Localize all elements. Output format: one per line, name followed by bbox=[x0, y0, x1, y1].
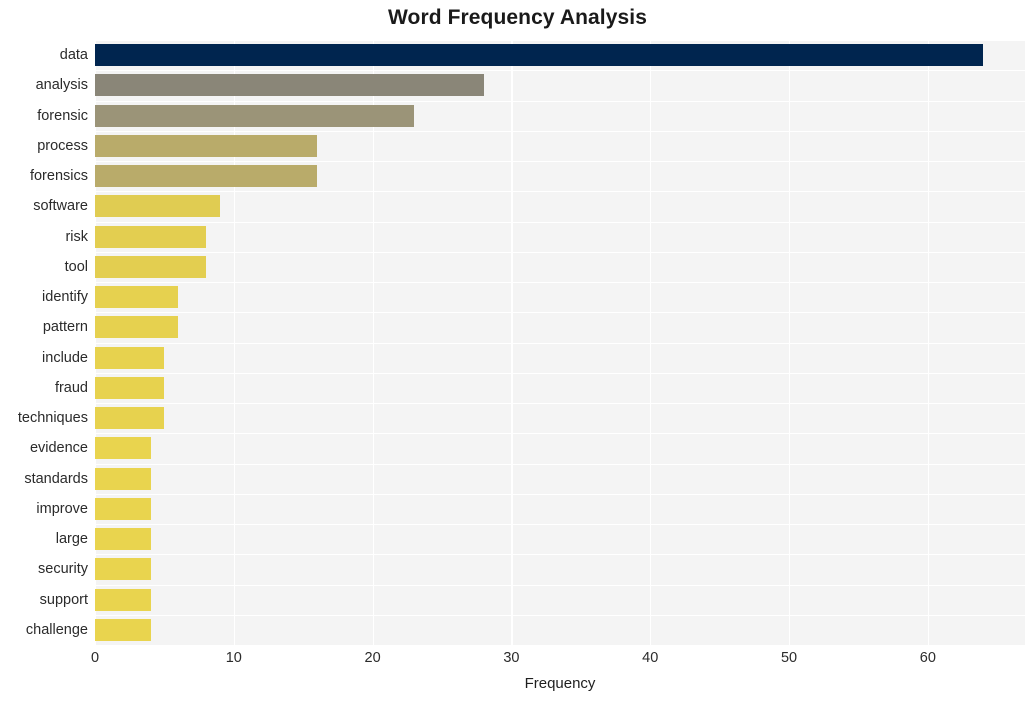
x-tick-label: 0 bbox=[90, 650, 100, 666]
x-tick-label: 30 bbox=[503, 650, 520, 666]
y-tick-label: fraud bbox=[54, 379, 88, 396]
bar bbox=[95, 104, 415, 127]
bar bbox=[95, 437, 151, 460]
y-tick-label: forensics bbox=[29, 168, 88, 185]
bar bbox=[95, 286, 179, 309]
y-tick-label: data bbox=[59, 47, 88, 64]
y-tick-label: challenge bbox=[25, 621, 88, 638]
y-tick-label: risk bbox=[65, 228, 88, 245]
bar bbox=[95, 558, 151, 581]
x-tick-label: 40 bbox=[642, 650, 659, 666]
y-tick-label: tool bbox=[64, 258, 88, 275]
bar bbox=[95, 618, 151, 641]
y-tick-label: forensic bbox=[37, 107, 88, 124]
y-tick-label: support bbox=[39, 591, 88, 608]
x-tick-label: 60 bbox=[919, 650, 936, 666]
y-tick-label: evidence bbox=[29, 440, 88, 457]
plot-area bbox=[95, 40, 1025, 647]
y-tick-label: pattern bbox=[42, 319, 88, 336]
page-title: Word Frequency Analysis bbox=[387, 6, 648, 29]
y-tick-label: standards bbox=[24, 470, 88, 487]
chart-figure: Word Frequency Analysis data analysis fore… bbox=[0, 0, 1035, 701]
y-tick-label: identify bbox=[42, 289, 88, 306]
y-tick-label: software bbox=[33, 198, 88, 215]
y-axis-tick-labels: data analysis forensic process forensics soft… bbox=[0, 40, 88, 645]
bar bbox=[95, 134, 318, 157]
bar bbox=[95, 588, 151, 611]
x-axis-tick-labels: 0 10 20 30 40 50 60 bbox=[0, 650, 1035, 674]
x-tick-label: 50 bbox=[780, 650, 798, 666]
bar bbox=[95, 74, 484, 97]
y-tick-label: analysis bbox=[35, 77, 88, 94]
bar bbox=[95, 497, 151, 520]
bar bbox=[95, 346, 165, 369]
bar bbox=[95, 225, 207, 248]
x-tick-label: 20 bbox=[364, 650, 381, 666]
bar bbox=[95, 255, 207, 278]
x-tick-label: 10 bbox=[225, 650, 242, 666]
gridline-horizontal bbox=[95, 645, 1025, 647]
y-tick-label: techniques bbox=[17, 410, 88, 427]
bar bbox=[95, 195, 220, 218]
bar bbox=[95, 316, 179, 339]
x-axis-title: Frequency bbox=[524, 675, 596, 692]
y-tick-label: large bbox=[55, 531, 88, 548]
bar bbox=[95, 376, 165, 399]
bar bbox=[95, 407, 165, 430]
y-tick-label: improve bbox=[36, 500, 88, 517]
bar bbox=[95, 528, 151, 551]
bar bbox=[95, 44, 984, 67]
y-tick-label: include bbox=[42, 349, 88, 366]
bars-layer bbox=[95, 40, 1025, 645]
y-tick-label: process bbox=[37, 137, 88, 154]
y-tick-label: security bbox=[38, 561, 88, 578]
bar bbox=[95, 165, 318, 188]
bar bbox=[95, 467, 151, 490]
